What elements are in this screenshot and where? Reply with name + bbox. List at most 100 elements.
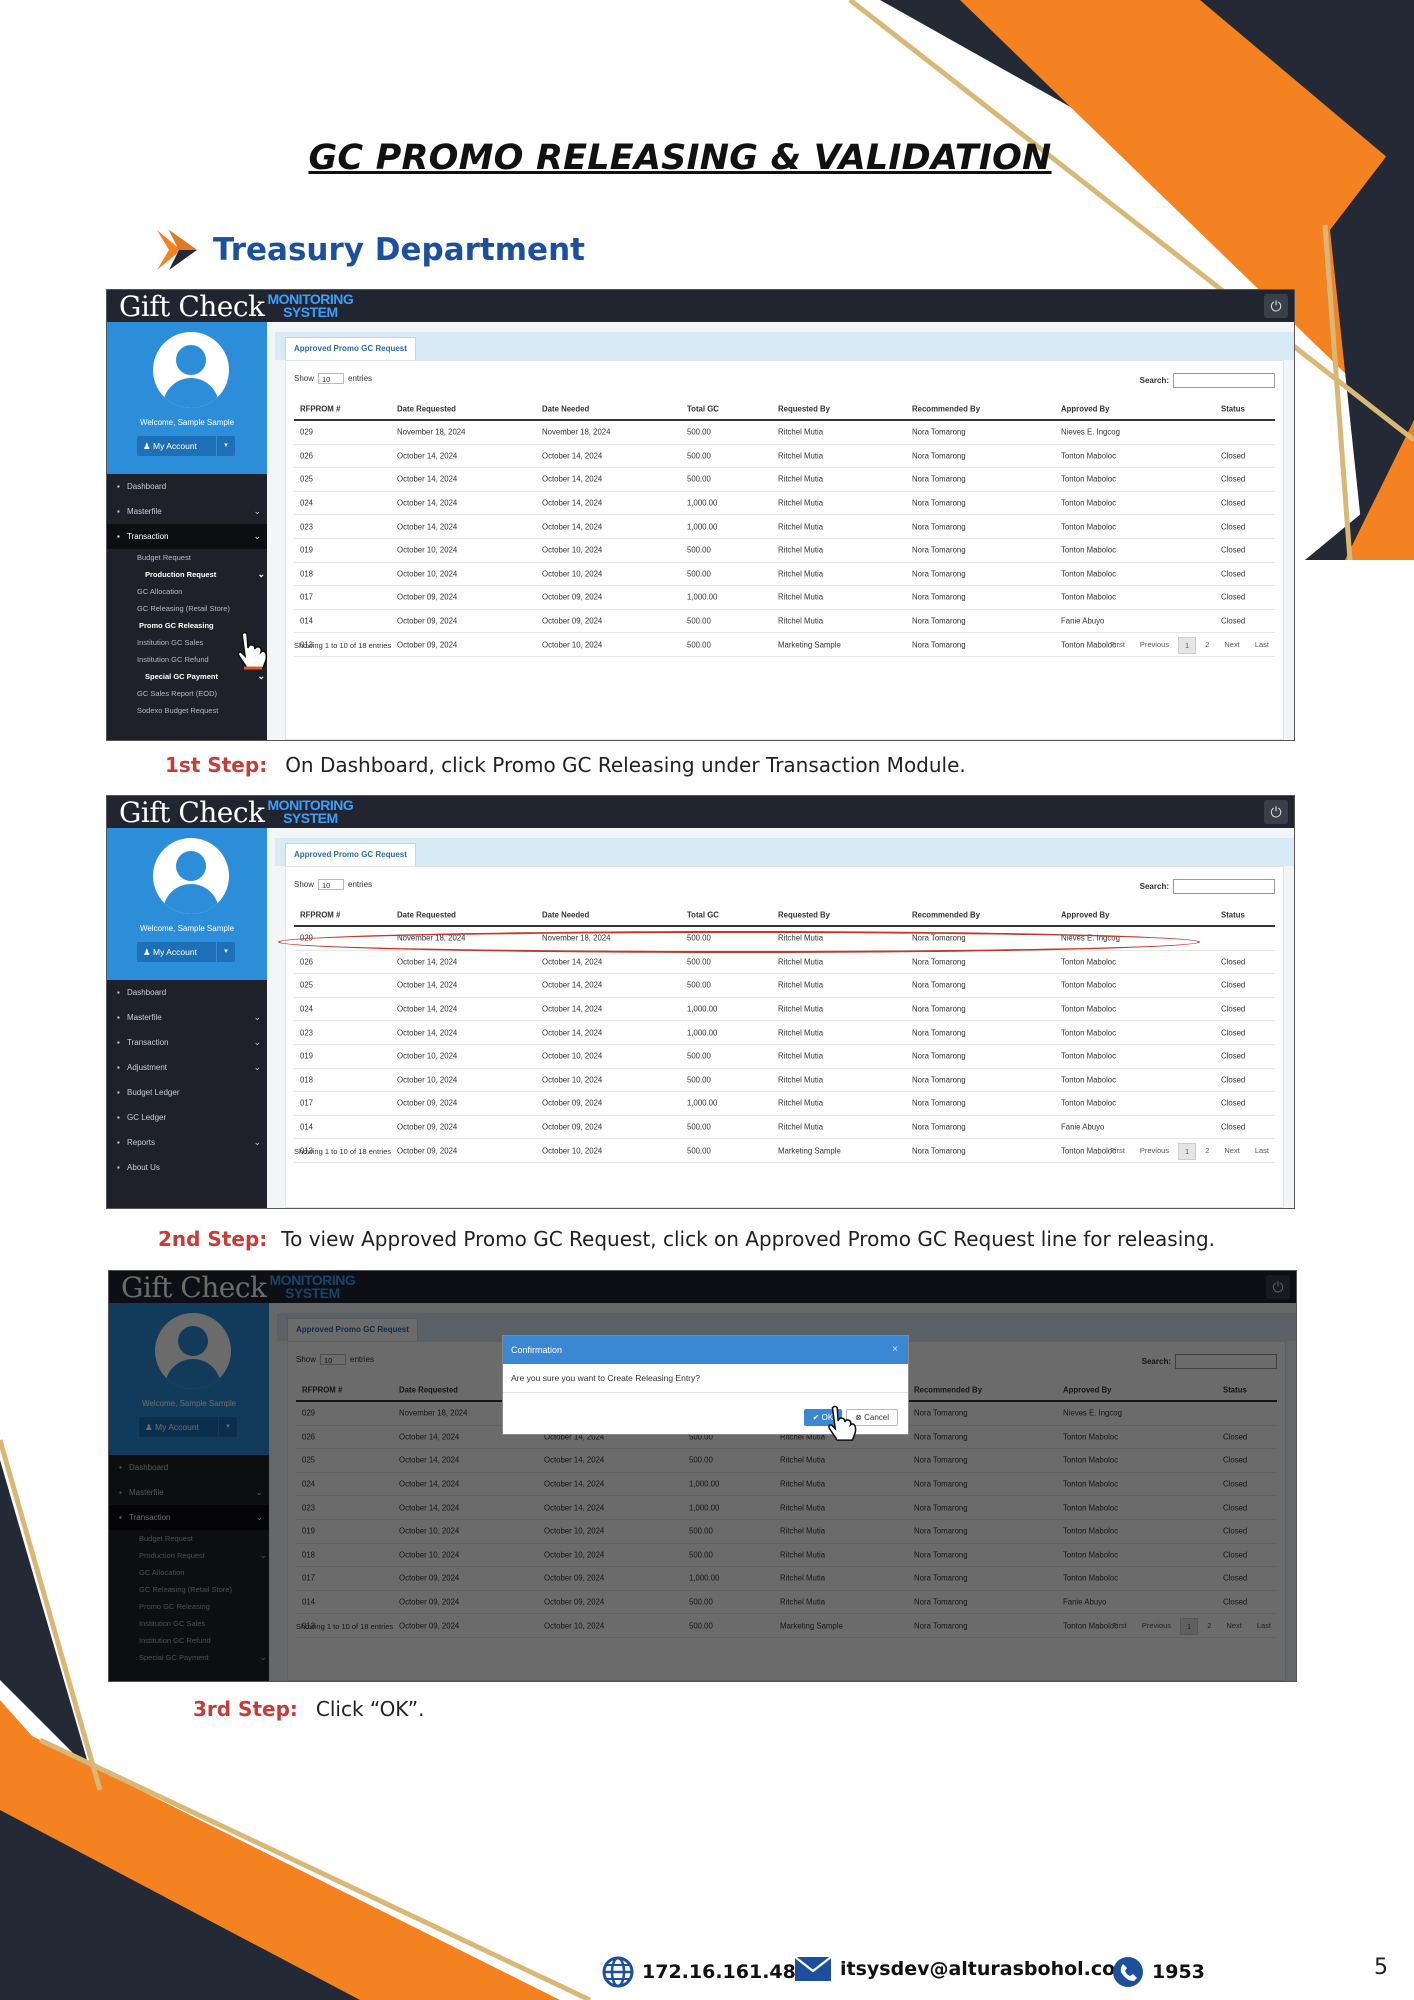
table-row[interactable]: 014 October 09, 2024 October 09, 2024 500.0…	[294, 1116, 1275, 1140]
table-cell: 023	[300, 1028, 314, 1038]
table-row[interactable]: 026 October 14, 2024 October 14, 2024 500.0…	[294, 951, 1275, 975]
table-cell: 500.00	[687, 616, 711, 626]
column-header[interactable]: Status	[1221, 911, 1245, 920]
submenu-item-gc-allocation[interactable]: GC Allocation	[107, 583, 267, 600]
submenu-item-sodexo-budget-request[interactable]: Sodexo Budget Request	[107, 702, 267, 719]
table-cell: 1,000.00	[687, 498, 718, 508]
table-cell: 500.00	[687, 980, 711, 990]
sidebar-item-label: Transaction	[127, 532, 169, 541]
table-row[interactable]: 023 October 14, 2024 October 14, 2024 1,000…	[294, 1021, 1275, 1045]
column-header[interactable]: Total GC	[687, 405, 719, 414]
sidebar-item-budget-ledger[interactable]: ▪ Budget Ledger	[107, 1080, 267, 1105]
table-row[interactable]: 023 October 14, 2024 October 14, 2024 1,000…	[294, 515, 1275, 539]
submenu-item-budget-request[interactable]: Budget Request	[107, 549, 267, 566]
power-icon[interactable]: ⏻	[1264, 294, 1288, 318]
table-cell: October 09, 2024	[542, 1098, 603, 1108]
submenu-item-production-request[interactable]: Production Request⌄	[107, 566, 267, 583]
column-header[interactable]: Status	[1221, 405, 1245, 414]
table-row[interactable]: 025 October 14, 2024 October 14, 2024 500.0…	[294, 468, 1275, 492]
profile-panel: Welcome, Sample Sample ♟ My Account▾	[107, 322, 267, 474]
table-row[interactable]: 029 November 18, 2024 November 18, 2024 500…	[294, 421, 1275, 445]
dialog-header: Confirmation ×	[503, 1336, 908, 1364]
sidebar-item-reports[interactable]: ▪ Reports ⌄	[107, 1130, 267, 1155]
page-link[interactable]: Previous	[1134, 1143, 1175, 1160]
column-header[interactable]: Requested By	[778, 405, 830, 414]
envelope-icon	[794, 1956, 832, 1981]
sidebar-item-transaction[interactable]: ▪ Transaction ⌄	[107, 1030, 267, 1055]
search-input[interactable]	[1173, 879, 1275, 894]
table-row[interactable]: 018 October 10, 2024 October 10, 2024 500.0…	[294, 1069, 1275, 1093]
column-header[interactable]: Total GC	[687, 911, 719, 920]
page-link[interactable]: Last	[1249, 637, 1275, 654]
sidebar: Welcome, Sample Sample ♟ My Account▾ ▪ Da…	[107, 828, 267, 1208]
submenu-item-gc-sales-report-eod-[interactable]: GC Sales Report (EOD)	[107, 685, 267, 702]
sidebar-item-dashboard[interactable]: ▪ Dashboard	[107, 474, 267, 499]
sidebar-item-adjustment[interactable]: ▪ Adjustment ⌄	[107, 1055, 267, 1080]
table-row[interactable]: 019 October 10, 2024 October 10, 2024 500.0…	[294, 539, 1275, 563]
main-content: Approved Promo GC Request Show10entries …	[267, 322, 1294, 740]
table-row[interactable]: 017 October 09, 2024 October 09, 2024 1,000…	[294, 1092, 1275, 1116]
table-row[interactable]: 018 October 10, 2024 October 10, 2024 500.0…	[294, 563, 1275, 587]
submenu-item-gc-releasing-retail-store-[interactable]: GC Releasing (Retail Store)	[107, 600, 267, 617]
column-header[interactable]: Recommended By	[912, 911, 980, 920]
entries-select[interactable]: 10	[318, 879, 345, 890]
page-link[interactable]: Next	[1218, 1143, 1245, 1160]
page-link[interactable]: 1	[1178, 637, 1197, 654]
column-header[interactable]: Recommended By	[912, 405, 980, 414]
table-cell: October 14, 2024	[397, 980, 458, 990]
tab-approved-promo-gc-request[interactable]: Approved Promo GC Request	[285, 337, 416, 361]
page-link[interactable]: First	[1104, 1143, 1131, 1160]
info-icon: ▪	[117, 1163, 120, 1172]
column-header[interactable]: RFPROM #	[300, 911, 340, 920]
sidebar-item-dashboard[interactable]: ▪ Dashboard	[107, 980, 267, 1005]
sidebar-item-masterfile[interactable]: ▪ Masterfile ⌄	[107, 1005, 267, 1030]
table-row[interactable]: 024 October 14, 2024 October 14, 2024 1,000…	[294, 492, 1275, 516]
column-header[interactable]: Date Needed	[542, 405, 589, 414]
table-row[interactable]: 025 October 14, 2024 October 14, 2024 500.0…	[294, 974, 1275, 998]
tab-approved-promo-gc-request[interactable]: Approved Promo GC Request	[285, 843, 416, 867]
my-account-button[interactable]: ♟ My Account▾	[137, 436, 235, 456]
table-cell: Nora Tomarong	[912, 592, 966, 602]
table-cell: Ritchel Mutia	[778, 569, 824, 579]
table-row[interactable]: 017 October 09, 2024 October 09, 2024 1,000…	[294, 586, 1275, 610]
power-icon[interactable]: ⏻	[1264, 800, 1288, 824]
table-row[interactable]: 019 October 10, 2024 October 10, 2024 500.0…	[294, 1045, 1275, 1069]
page-link[interactable]: 1	[1178, 1143, 1197, 1160]
submenu-item-special-gc-payment[interactable]: Special GC Payment⌄	[107, 668, 267, 685]
sidebar-item-masterfile[interactable]: ▪ Masterfile ⌄	[107, 499, 267, 524]
column-header[interactable]: Approved By	[1061, 911, 1110, 920]
page-link[interactable]: Last	[1249, 1143, 1275, 1160]
table-cell: Nora Tomarong	[912, 1122, 966, 1132]
table-cell: Closed	[1221, 980, 1246, 990]
search-input[interactable]	[1173, 373, 1275, 388]
table-row[interactable]: 026 October 14, 2024 October 14, 2024 500.0…	[294, 445, 1275, 469]
column-header[interactable]: Approved By	[1061, 405, 1110, 414]
page-link[interactable]: 2	[1199, 1143, 1215, 1160]
table-cell: 500.00	[687, 1075, 711, 1085]
page-link[interactable]: First	[1104, 637, 1131, 654]
page-link[interactable]: Next	[1218, 637, 1245, 654]
sidebar-item-gc-ledger[interactable]: ▪ GC Ledger	[107, 1105, 267, 1130]
table-row[interactable]: 024 October 14, 2024 October 14, 2024 1,000…	[294, 998, 1275, 1022]
page-link[interactable]: Previous	[1134, 637, 1175, 654]
column-header[interactable]: Date Needed	[542, 911, 589, 920]
table-cell: Tonton Maboloc	[1061, 522, 1117, 532]
table-cell: Ritchel Mutia	[778, 1028, 824, 1038]
column-header[interactable]: Date Requested	[397, 911, 456, 920]
table-cell: Ritchel Mutia	[778, 1004, 824, 1014]
entries-select[interactable]: 10	[318, 373, 345, 384]
close-icon[interactable]: ×	[892, 1336, 898, 1364]
sidebar-item-about-us[interactable]: ▪ About Us	[107, 1155, 267, 1180]
column-header[interactable]: Date Requested	[397, 405, 456, 414]
table-cell: Closed	[1221, 592, 1246, 602]
globe-icon	[602, 1956, 634, 1988]
sidebar-item-transaction[interactable]: ▪ Transaction ⌄	[107, 524, 267, 549]
column-header[interactable]: Requested By	[778, 911, 830, 920]
table-row[interactable]: 014 October 09, 2024 October 09, 2024 500.0…	[294, 610, 1275, 634]
table-panel: Show10entries Search: RFPROM # Date Reque…	[285, 866, 1284, 1208]
table-cell: Ritchel Mutia	[778, 1075, 824, 1085]
page-link[interactable]: 2	[1199, 637, 1215, 654]
table-cell: 017	[300, 1098, 314, 1108]
my-account-button[interactable]: ♟ My Account▾	[137, 942, 235, 962]
column-header[interactable]: RFPROM #	[300, 405, 340, 414]
